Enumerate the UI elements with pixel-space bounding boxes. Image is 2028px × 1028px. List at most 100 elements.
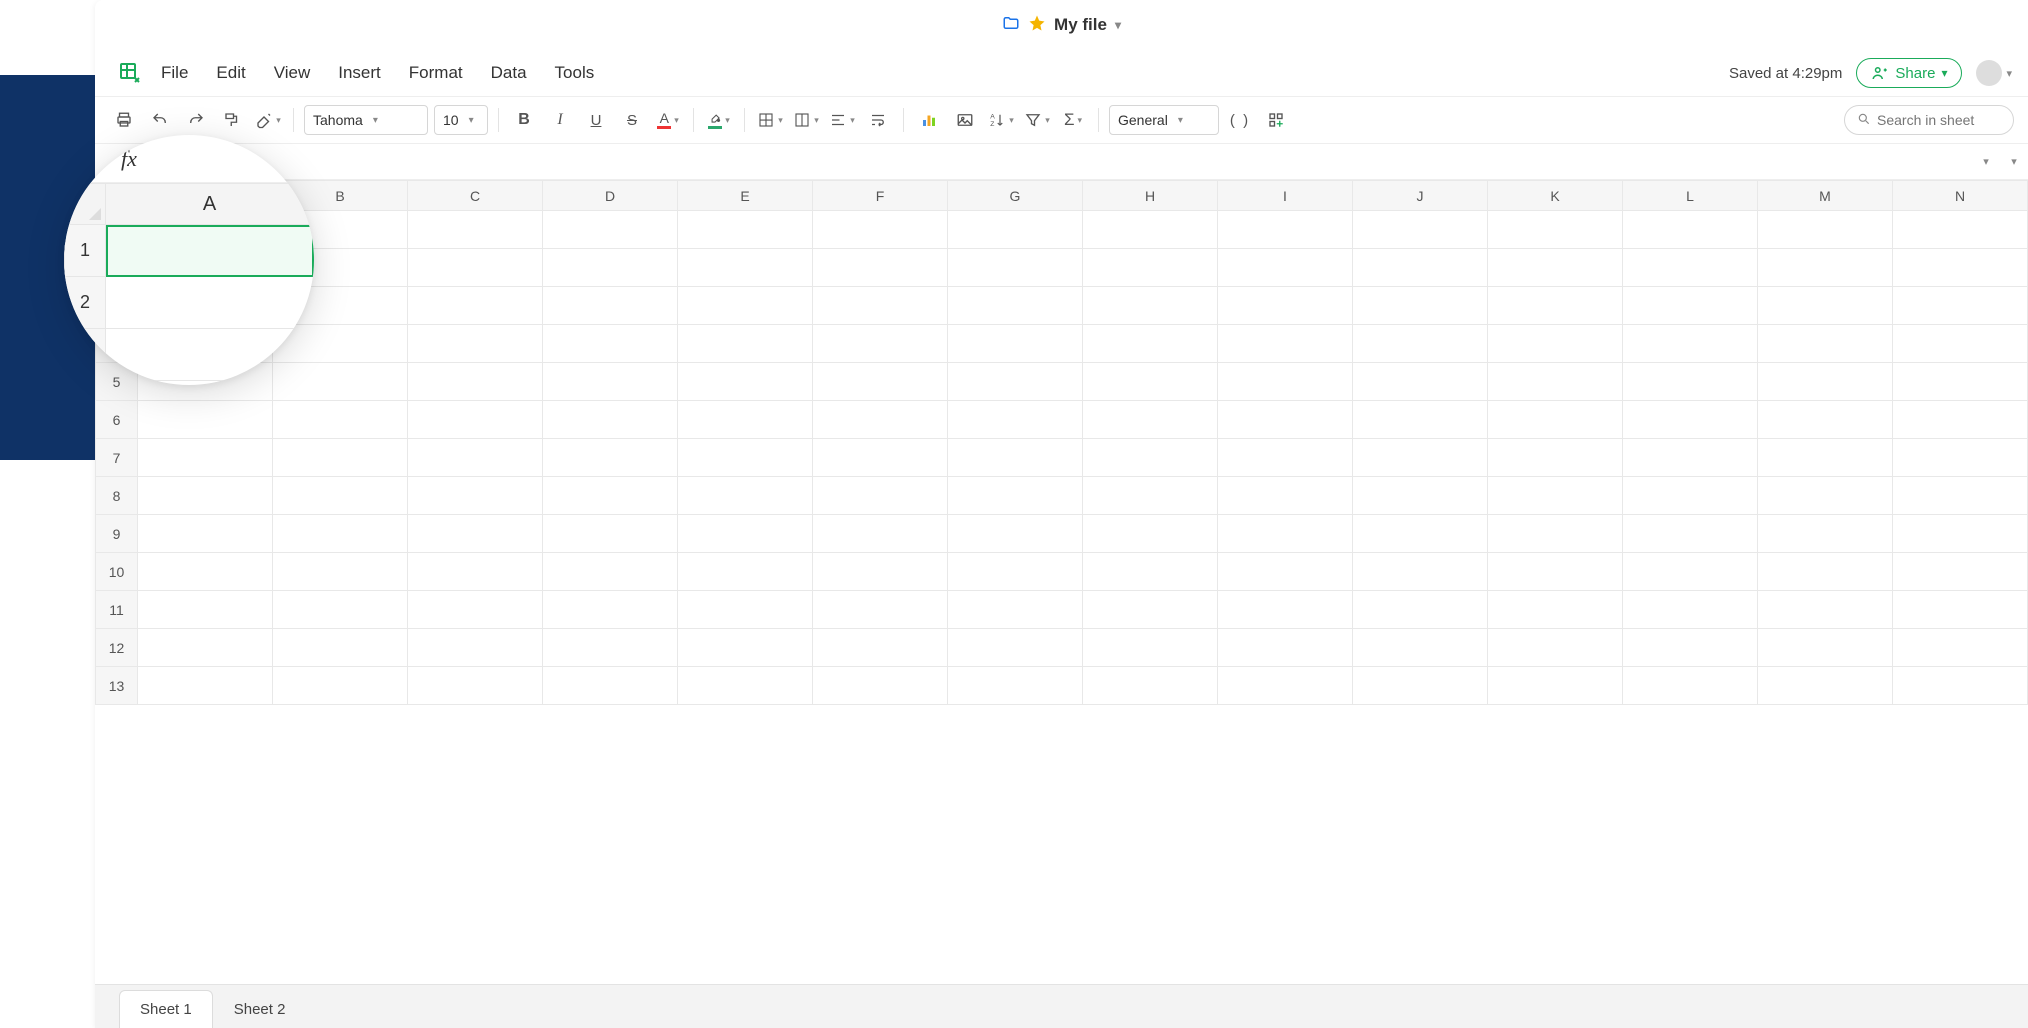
cell[interactable] (1758, 515, 1893, 553)
cell[interactable] (1623, 325, 1758, 363)
merge-cells-icon[interactable] (791, 105, 821, 135)
chevron-down-icon[interactable]: ▾ (2006, 67, 2012, 80)
column-header[interactable]: F (813, 181, 948, 211)
cell[interactable] (678, 249, 813, 287)
cell[interactable] (1083, 287, 1218, 325)
row-header[interactable]: 11 (96, 591, 138, 629)
font-size-select[interactable]: 10▾ (434, 105, 488, 135)
cell[interactable] (1893, 591, 2028, 629)
redo-icon[interactable] (181, 105, 211, 135)
cell[interactable] (138, 401, 273, 439)
cell[interactable] (1623, 477, 1758, 515)
sort-icon[interactable]: AZ (986, 105, 1016, 135)
tab-sheet-2[interactable]: Sheet 2 (213, 990, 307, 1028)
cell[interactable] (1758, 325, 1893, 363)
cell[interactable] (1623, 287, 1758, 325)
menu-data[interactable]: Data (491, 63, 527, 83)
cell-a1[interactable] (106, 225, 314, 277)
cell[interactable] (1083, 211, 1218, 249)
cell[interactable] (273, 553, 408, 591)
cell[interactable] (138, 553, 273, 591)
cell[interactable] (1623, 591, 1758, 629)
cell[interactable] (273, 629, 408, 667)
cell[interactable] (1083, 553, 1218, 591)
file-name[interactable]: My file (1054, 15, 1107, 35)
cell[interactable] (948, 629, 1083, 667)
borders-icon[interactable] (755, 105, 785, 135)
cell[interactable] (948, 477, 1083, 515)
cell[interactable] (543, 629, 678, 667)
app-logo-icon[interactable] (111, 59, 149, 87)
cell[interactable] (1218, 477, 1353, 515)
cell[interactable] (1488, 287, 1623, 325)
chart-icon[interactable] (914, 105, 944, 135)
cell[interactable] (813, 591, 948, 629)
cell[interactable] (1893, 363, 2028, 401)
column-header[interactable]: D (543, 181, 678, 211)
cell[interactable] (1488, 439, 1623, 477)
formula-input[interactable] (179, 144, 1972, 179)
cell[interactable] (678, 515, 813, 553)
cell[interactable] (678, 287, 813, 325)
cell[interactable] (678, 667, 813, 705)
menu-insert[interactable]: Insert (338, 63, 381, 83)
menu-format[interactable]: Format (409, 63, 463, 83)
cell[interactable] (138, 629, 273, 667)
row-header[interactable]: 8 (96, 477, 138, 515)
cell[interactable] (1353, 629, 1488, 667)
cell[interactable] (1623, 363, 1758, 401)
cell[interactable] (813, 211, 948, 249)
cell[interactable] (273, 439, 408, 477)
bold-icon[interactable]: B (509, 105, 539, 135)
column-header[interactable]: L (1623, 181, 1758, 211)
chevron-down-icon[interactable]: ▾ (1115, 18, 1121, 32)
cell[interactable] (1488, 591, 1623, 629)
cell[interactable] (1083, 401, 1218, 439)
cell[interactable] (408, 515, 543, 553)
cell[interactable] (1083, 591, 1218, 629)
column-header[interactable]: J (1353, 181, 1488, 211)
cell[interactable] (1083, 249, 1218, 287)
tab-sheet-1[interactable]: Sheet 1 (119, 990, 213, 1028)
cell[interactable] (1893, 211, 2028, 249)
print-icon[interactable] (109, 105, 139, 135)
undo-icon[interactable] (145, 105, 175, 135)
cell[interactable] (1488, 249, 1623, 287)
row-header[interactable]: 12 (96, 629, 138, 667)
cell[interactable] (678, 211, 813, 249)
cell[interactable] (1218, 325, 1353, 363)
cell[interactable] (1353, 553, 1488, 591)
font-family-select[interactable]: Tahoma▾ (304, 105, 428, 135)
cell[interactable] (543, 515, 678, 553)
cell[interactable] (948, 325, 1083, 363)
cell[interactable] (813, 363, 948, 401)
row-header-1[interactable]: 1 (64, 225, 106, 277)
cell[interactable] (1758, 477, 1893, 515)
cell[interactable] (408, 401, 543, 439)
cell[interactable] (1353, 515, 1488, 553)
cell[interactable] (1218, 287, 1353, 325)
cell[interactable] (1083, 629, 1218, 667)
cell[interactable] (273, 477, 408, 515)
column-header[interactable]: E (678, 181, 813, 211)
cell[interactable] (813, 477, 948, 515)
cell[interactable] (1623, 515, 1758, 553)
cell[interactable] (1218, 629, 1353, 667)
cell[interactable] (543, 591, 678, 629)
cell[interactable] (138, 439, 273, 477)
font-color-icon[interactable]: A (653, 105, 683, 135)
cell[interactable] (948, 401, 1083, 439)
cell[interactable] (948, 363, 1083, 401)
cell[interactable] (1488, 515, 1623, 553)
cell[interactable] (1893, 629, 2028, 667)
cell[interactable] (1488, 629, 1623, 667)
cell[interactable] (1083, 439, 1218, 477)
cell[interactable] (1353, 211, 1488, 249)
number-format-select[interactable]: General▾ (1109, 105, 1219, 135)
column-header[interactable]: G (948, 181, 1083, 211)
row-header[interactable]: 9 (96, 515, 138, 553)
cell[interactable] (543, 477, 678, 515)
cell[interactable] (1083, 515, 1218, 553)
cell[interactable] (1758, 629, 1893, 667)
cell[interactable] (813, 629, 948, 667)
